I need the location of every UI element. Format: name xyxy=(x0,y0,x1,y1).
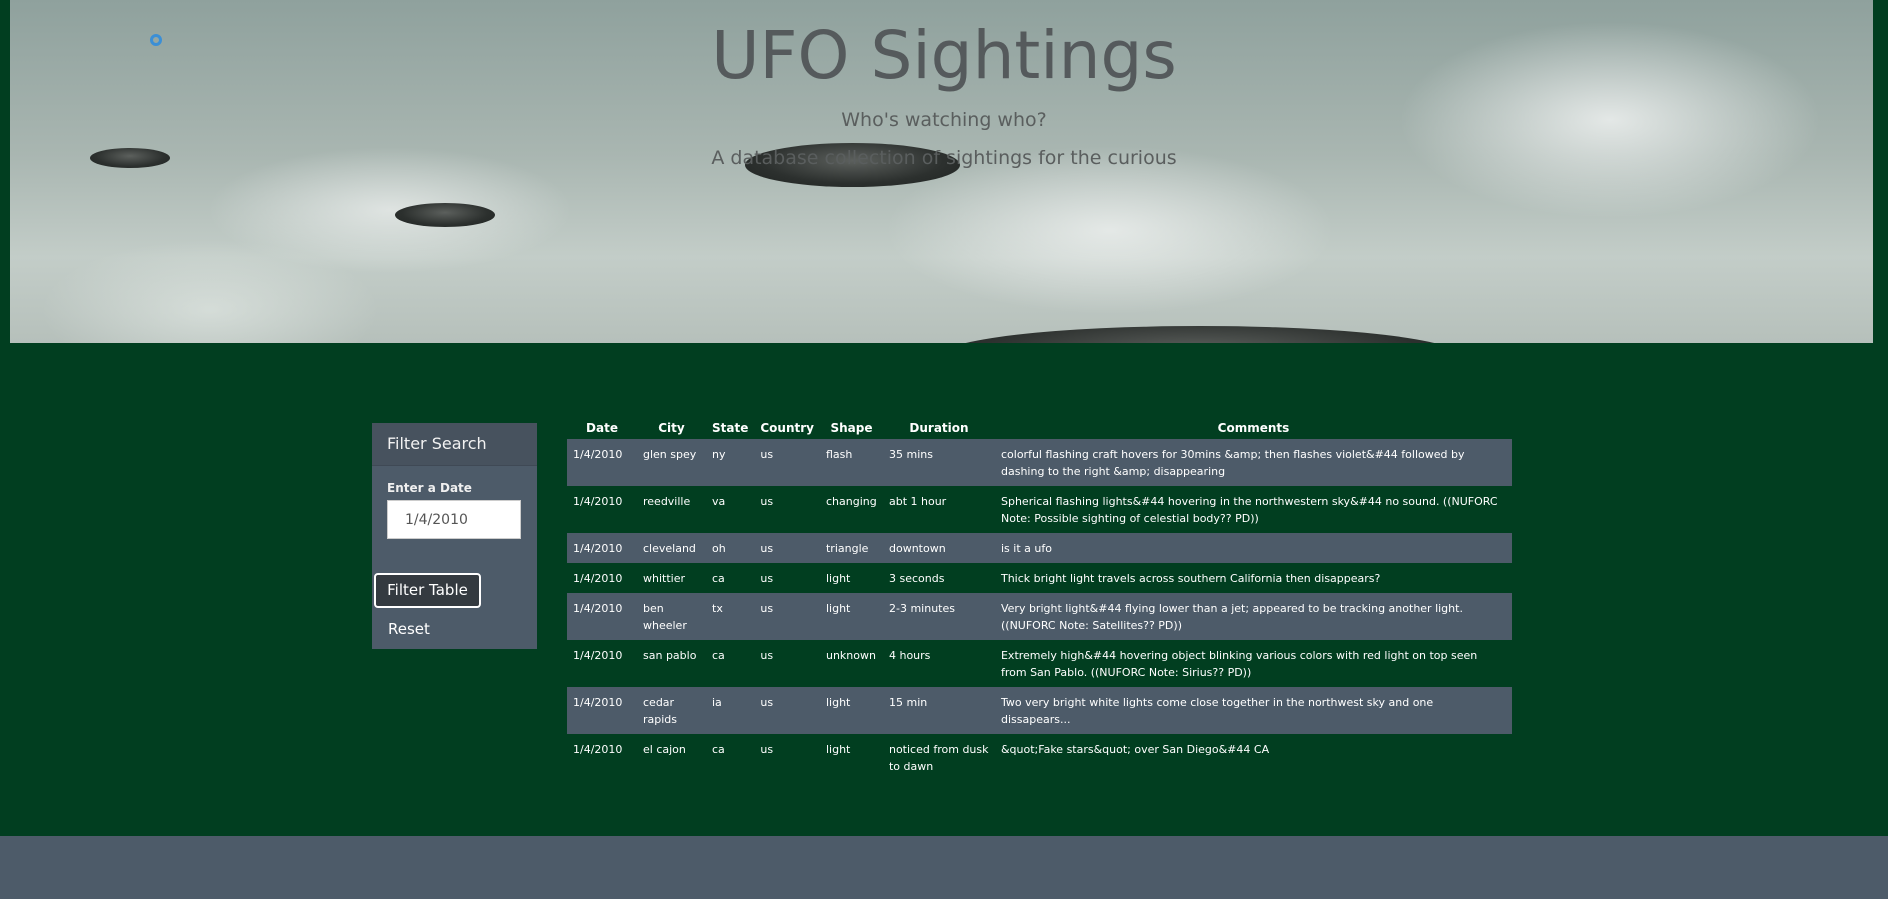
table-row: 1/4/2010 whittier ca us light 3 seconds … xyxy=(567,563,1512,593)
table-row: 1/4/2010 reedville va us changing abt 1 … xyxy=(567,486,1512,533)
cell-shape: light xyxy=(825,743,851,756)
column-header-comments: Comments xyxy=(1217,421,1290,435)
cell-city: cedar rapids xyxy=(637,687,706,734)
cell-city: whittier xyxy=(643,572,685,585)
cell-city: glen spey xyxy=(637,439,706,486)
page-subtitle: A database collection of sightings for t… xyxy=(711,147,1177,169)
cell-state: ia xyxy=(706,687,755,734)
cell-country: us xyxy=(760,649,774,662)
column-header-state: State xyxy=(712,421,749,435)
cell-country: us xyxy=(760,743,774,756)
cell-comments: Extremely high&#44 hovering object blink… xyxy=(1000,649,1478,679)
filter-panel-header: Filter Search xyxy=(372,423,537,466)
ufo-image xyxy=(395,203,495,227)
column-header-shape: Shape xyxy=(830,421,873,435)
cell-state: ca xyxy=(712,743,725,756)
page-footer xyxy=(0,836,1888,899)
cell-country: us xyxy=(754,687,820,734)
cell-comments: Two very bright white lights come close … xyxy=(994,687,1512,734)
cell-shape: flash xyxy=(819,439,883,486)
cell-country: us xyxy=(754,533,820,563)
cell-country: us xyxy=(754,593,820,640)
table-row: 1/4/2010 cleveland oh us triangle downto… xyxy=(567,533,1512,563)
table-header-row: Date City State Country Shape Duration C… xyxy=(567,417,1512,439)
filter-panel: Filter Search Enter a Date Filter Table … xyxy=(372,423,537,649)
cell-date: 1/4/2010 xyxy=(567,533,637,563)
page-title: UFO Sightings xyxy=(711,17,1177,94)
cell-state: tx xyxy=(706,593,755,640)
cell-date: 1/4/2010 xyxy=(573,649,623,662)
cell-date: 1/4/2010 xyxy=(573,743,623,756)
column-header-city: City xyxy=(658,421,685,435)
sightings-table: Date City State Country Shape Duration C… xyxy=(567,417,1512,781)
cell-shape: changing xyxy=(825,495,877,508)
cell-shape: light xyxy=(825,572,851,585)
cell-date: 1/4/2010 xyxy=(567,439,637,486)
cell-duration: 3 seconds xyxy=(888,572,945,585)
cell-duration: 15 min xyxy=(882,687,995,734)
date-input[interactable] xyxy=(387,500,521,539)
cell-city: ben wheeler xyxy=(637,593,706,640)
table-row: 1/4/2010 cedar rapids ia us light 15 min… xyxy=(567,687,1512,734)
cell-shape: light xyxy=(819,593,883,640)
cell-date: 1/4/2010 xyxy=(567,593,637,640)
cell-state: va xyxy=(712,495,726,508)
cell-shape: unknown xyxy=(825,649,876,662)
cell-city: cleveland xyxy=(637,533,706,563)
cell-duration: noticed from dusk to dawn xyxy=(888,743,989,773)
cell-country: us xyxy=(760,495,774,508)
cell-state: ny xyxy=(706,439,755,486)
cell-date: 1/4/2010 xyxy=(567,687,637,734)
cell-city: el cajon xyxy=(643,743,686,756)
cell-country: us xyxy=(754,439,820,486)
reset-button[interactable]: Reset xyxy=(388,619,430,639)
cell-duration: downtown xyxy=(882,533,995,563)
cell-duration: 2-3 minutes xyxy=(882,593,995,640)
cell-city: reedville xyxy=(643,495,691,508)
date-field-label: Enter a Date xyxy=(387,481,472,495)
cell-comments: colorful flashing craft hovers for 30min… xyxy=(994,439,1512,486)
table-row: 1/4/2010 glen spey ny us flash 35 mins c… xyxy=(567,439,1512,486)
cell-country: us xyxy=(760,572,774,585)
cell-date: 1/4/2010 xyxy=(573,495,623,508)
cell-comments: Thick bright light travels across southe… xyxy=(1000,572,1381,585)
cell-shape: triangle xyxy=(819,533,883,563)
cell-duration: abt 1 hour xyxy=(888,495,947,508)
column-header-date: Date xyxy=(586,421,618,435)
cell-comments: is it a ufo xyxy=(994,533,1512,563)
cell-comments: Very bright light&#44 flying lower than … xyxy=(994,593,1512,640)
cell-city: san pablo xyxy=(643,649,697,662)
filter-table-button[interactable]: Filter Table xyxy=(374,573,481,608)
table-row: 1/4/2010 san pablo ca us unknown 4 hours… xyxy=(567,640,1512,687)
ufo-image xyxy=(940,326,1460,343)
cell-shape: light xyxy=(819,687,883,734)
page-tagline: Who's watching who? xyxy=(841,109,1047,131)
cell-duration: 35 mins xyxy=(882,439,995,486)
table-row: 1/4/2010 ben wheeler tx us light 2-3 min… xyxy=(567,593,1512,640)
cell-state: ca xyxy=(712,649,725,662)
cell-state: ca xyxy=(712,572,725,585)
cell-comments: Spherical flashing lights&#44 hovering i… xyxy=(1000,495,1498,525)
cell-date: 1/4/2010 xyxy=(573,572,623,585)
cell-state: oh xyxy=(706,533,755,563)
cell-duration: 4 hours xyxy=(888,649,931,662)
table-row: 1/4/2010 el cajon ca us light noticed fr… xyxy=(567,734,1512,781)
loading-spinner-icon xyxy=(150,34,162,46)
column-header-country: Country xyxy=(760,421,814,435)
cell-comments: &quot;Fake stars&quot; over San Diego&#4… xyxy=(1000,743,1270,756)
column-header-duration: Duration xyxy=(909,421,969,435)
